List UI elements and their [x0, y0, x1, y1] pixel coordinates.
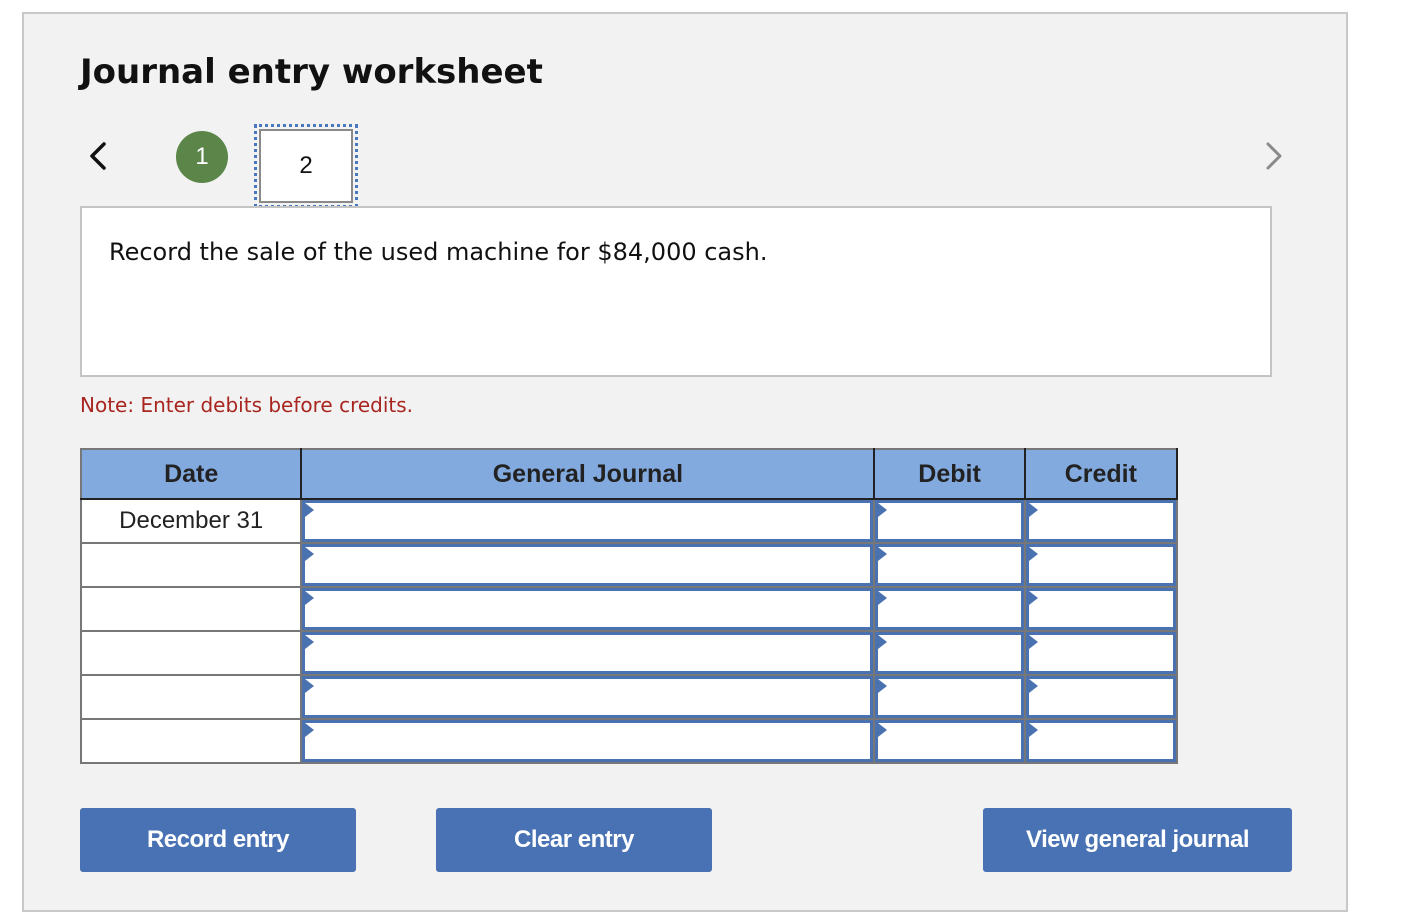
account-input[interactable] — [302, 588, 874, 630]
credit-input[interactable] — [1025, 632, 1176, 674]
account-input[interactable] — [302, 500, 874, 542]
table-row — [79, 718, 1179, 764]
header-general-journal: General Journal — [300, 449, 876, 500]
table-row — [79, 586, 1179, 632]
date-cell — [79, 542, 303, 588]
table-row — [79, 630, 1179, 676]
step-2-tab[interactable]: 2 — [254, 124, 358, 208]
question-text: Record the sale of the used machine for … — [109, 238, 768, 266]
account-input[interactable] — [302, 676, 874, 718]
step-1-label: 1 — [195, 143, 209, 170]
account-input[interactable] — [302, 720, 874, 762]
record-entry-button[interactable]: Record entry — [80, 808, 356, 872]
date-cell — [79, 630, 303, 676]
question-box: Record the sale of the used machine for … — [80, 206, 1272, 377]
debit-input[interactable] — [875, 720, 1024, 762]
account-input[interactable] — [302, 632, 874, 674]
step-1-badge[interactable]: 1 — [176, 131, 228, 183]
chevron-left-icon — [90, 142, 106, 170]
date-cell — [79, 674, 303, 720]
debit-input[interactable] — [875, 676, 1024, 718]
chevron-right-icon — [1266, 142, 1282, 170]
table-row: December 31 — [79, 498, 1179, 544]
debit-input[interactable] — [875, 500, 1024, 542]
table-row — [79, 542, 1179, 588]
view-general-journal-button[interactable]: View general journal — [983, 808, 1292, 872]
header-date: Date — [81, 449, 303, 500]
date-cell — [79, 718, 303, 764]
credit-input[interactable] — [1025, 500, 1176, 542]
previous-step-button[interactable] — [84, 138, 112, 174]
header-credit: Credit — [1023, 449, 1179, 500]
table-header-row: Date General Journal Debit Credit — [81, 449, 1179, 500]
credit-input[interactable] — [1025, 676, 1176, 718]
table-row — [79, 674, 1179, 720]
journal-table: Date General Journal Debit Credit Decemb… — [79, 448, 1179, 764]
clear-entry-button[interactable]: Clear entry — [436, 808, 712, 872]
credit-input[interactable] — [1025, 588, 1176, 630]
header-debit: Debit — [873, 449, 1026, 500]
note-text: Note: Enter debits before credits. — [80, 393, 414, 417]
credit-input[interactable] — [1025, 720, 1176, 762]
debit-input[interactable] — [875, 588, 1024, 630]
date-cell: December 31 — [79, 498, 303, 544]
debit-input[interactable] — [875, 544, 1024, 586]
credit-input[interactable] — [1025, 544, 1176, 586]
step-2-label: 2 — [299, 152, 313, 179]
debit-input[interactable] — [875, 632, 1024, 674]
account-input[interactable] — [302, 544, 874, 586]
page-title: Journal entry worksheet — [80, 52, 543, 92]
next-step-button[interactable] — [1260, 138, 1288, 174]
date-cell — [79, 586, 303, 632]
